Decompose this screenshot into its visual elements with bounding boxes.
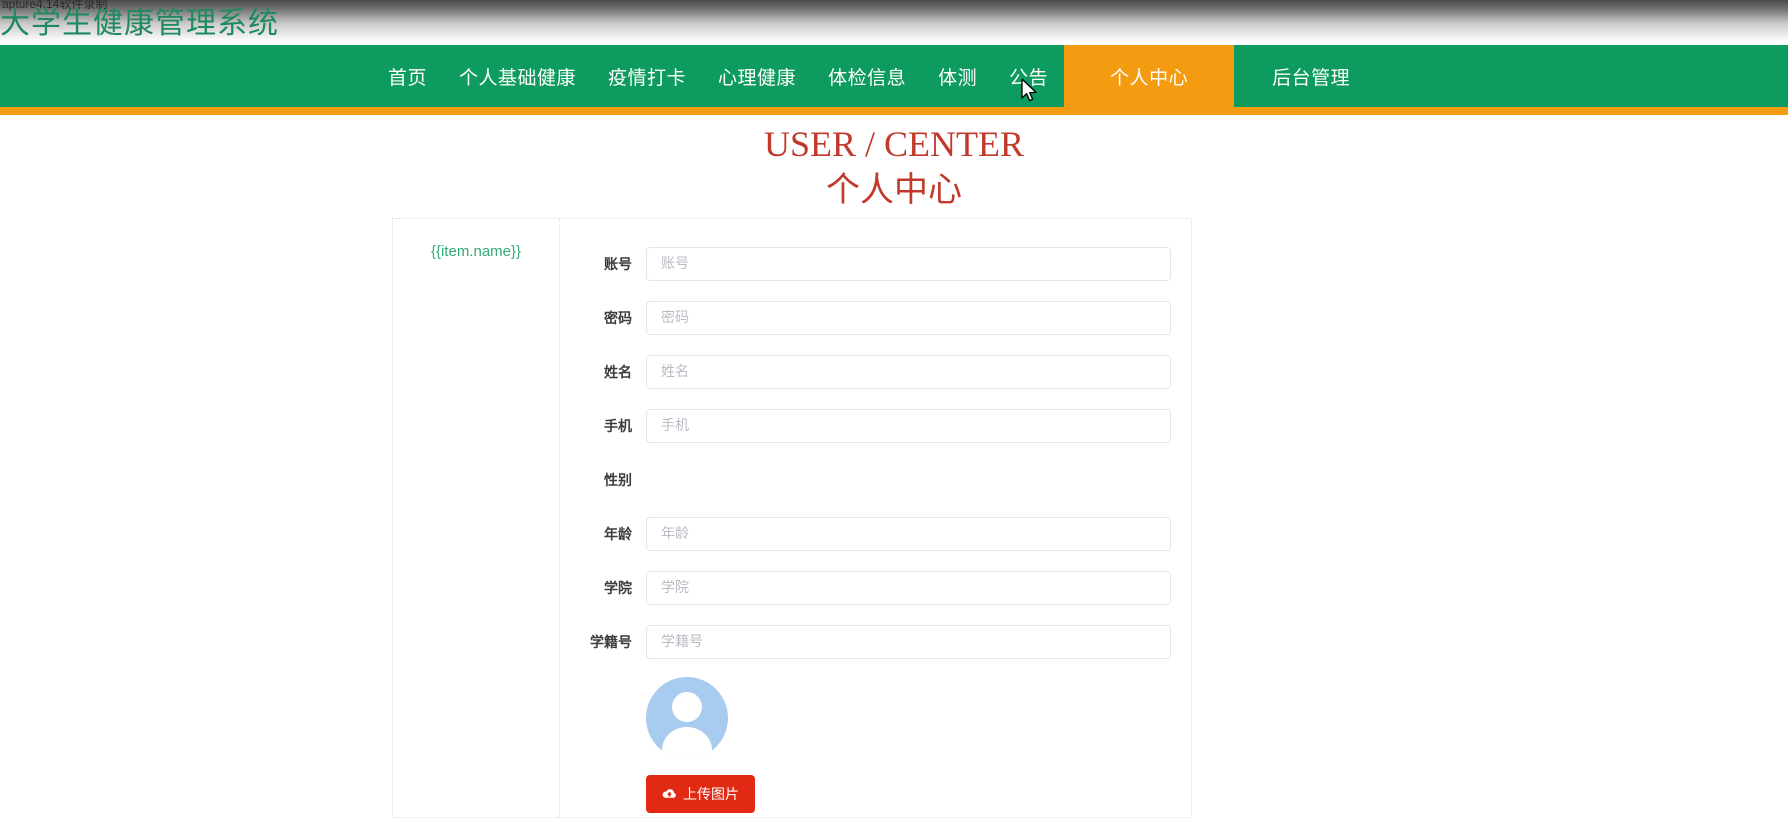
- phone-input[interactable]: [646, 409, 1171, 443]
- upload-row: 上传图片: [560, 775, 1171, 813]
- nav-label: 疫情打卡: [608, 66, 687, 89]
- form-row-college: 学院: [560, 569, 1171, 607]
- page-title-en: USER / CENTER: [763, 124, 1024, 164]
- cloud-upload-icon: [662, 788, 677, 800]
- college-input[interactable]: [646, 571, 1171, 605]
- form-row-password: 密码: [560, 299, 1171, 337]
- nav-label: 个人中心: [1110, 66, 1189, 89]
- label-gender: 性别: [604, 473, 632, 489]
- password-input[interactable]: [646, 301, 1171, 335]
- main-navigation: 首页 个人基础健康 疫情打卡 心理健康 体检信息 体测 公告 个人中心 后台管理: [0, 45, 1788, 107]
- upload-image-button[interactable]: 上传图片: [646, 775, 755, 813]
- name-input[interactable]: [646, 355, 1171, 389]
- form-row-age: 年龄: [560, 515, 1171, 553]
- label-phone: 手机: [604, 419, 632, 435]
- label-college: 学院: [604, 581, 632, 597]
- capture-watermark: apture4.14软件录制: [2, 0, 108, 11]
- nav-label: 体测: [938, 66, 978, 89]
- browser-banner: 大学生健康管理系统 apture4.14软件录制: [0, 0, 1788, 45]
- label-name: 姓名: [604, 365, 632, 381]
- nav-label: 体检信息: [828, 66, 907, 89]
- nav-item-mental-health[interactable]: 心理健康: [702, 45, 812, 107]
- form-row-student-id: 学籍号: [560, 623, 1171, 661]
- nav-item-epidemic-checkin[interactable]: 疫情打卡: [592, 45, 702, 107]
- form-row-phone: 手机: [560, 407, 1171, 445]
- label-age: 年龄: [604, 527, 632, 543]
- nav-label: 个人基础健康: [459, 66, 577, 89]
- form-row-name: 姓名: [560, 353, 1171, 391]
- nav-label: 首页: [388, 66, 428, 89]
- card-left-panel: {{item.name}}: [393, 219, 560, 817]
- nav-label: 后台管理: [1272, 66, 1351, 89]
- nav-label: 心理健康: [718, 66, 797, 89]
- nav-item-fitness-test[interactable]: 体测: [922, 45, 993, 107]
- avatar-row: [560, 677, 1171, 759]
- label-account: 账号: [604, 257, 632, 273]
- profile-form: 账号 密码 姓名 手机 性别 年龄 学院 学籍号: [560, 219, 1191, 817]
- label-student-id: 学籍号: [590, 635, 632, 651]
- form-row-account: 账号: [560, 245, 1171, 283]
- nav-item-medical-exam[interactable]: 体检信息: [812, 45, 922, 107]
- upload-button-label: 上传图片: [683, 787, 739, 803]
- page-title: USER / CENTER 个人中心: [0, 115, 1788, 214]
- nav-accent-bar: [0, 107, 1788, 115]
- account-input[interactable]: [646, 247, 1171, 281]
- item-name-placeholder: {{item.name}}: [430, 243, 522, 260]
- user-center-card: {{item.name}} 账号 密码 姓名 手机 性别 年龄 学院: [392, 218, 1192, 818]
- student-id-input[interactable]: [646, 625, 1171, 659]
- age-input[interactable]: [646, 517, 1171, 551]
- user-silhouette-icon: [662, 692, 712, 759]
- gender-radio-group[interactable]: [646, 470, 1171, 490]
- form-row-gender: 性别: [560, 461, 1171, 499]
- label-password: 密码: [604, 311, 632, 327]
- nav-item-user-center[interactable]: 个人中心: [1064, 45, 1235, 107]
- nav-item-announcement[interactable]: 公告: [993, 45, 1064, 107]
- nav-item-admin[interactable]: 后台管理: [1234, 45, 1388, 107]
- nav-item-basic-health[interactable]: 个人基础健康: [443, 45, 592, 107]
- nav-item-home[interactable]: 首页: [372, 45, 443, 107]
- nav-label: 公告: [1009, 66, 1049, 89]
- page-title-cn: 个人中心: [826, 169, 962, 210]
- avatar[interactable]: [646, 677, 728, 759]
